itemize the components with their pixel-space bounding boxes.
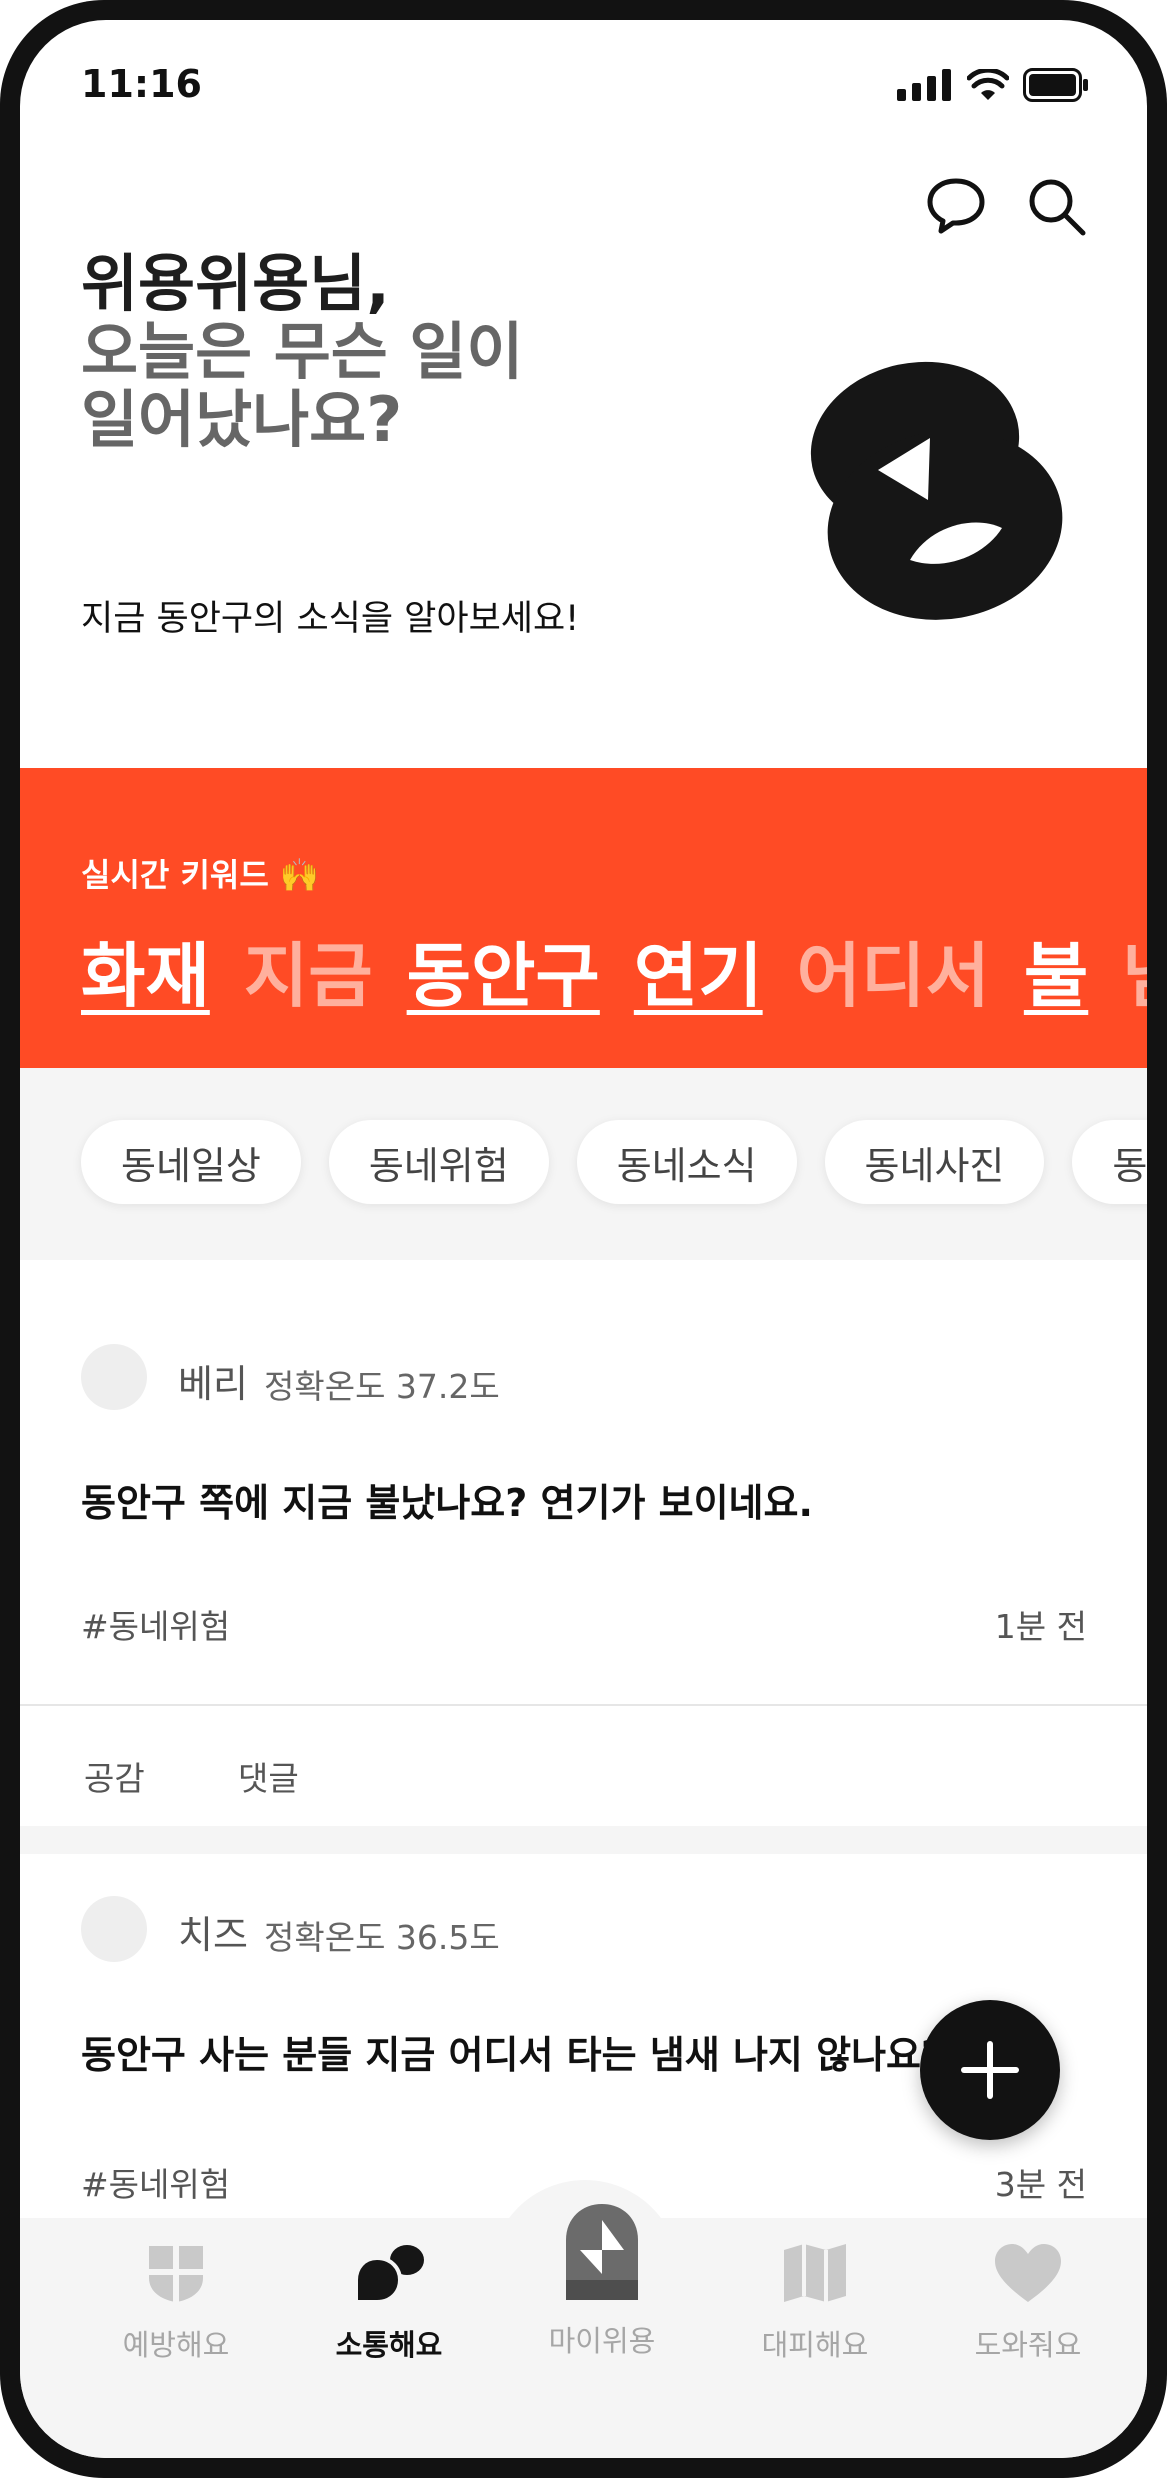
tab-help[interactable]: 도와줘요 — [938, 2242, 1118, 2364]
mascot-icon — [566, 2204, 638, 2300]
keyword-item[interactable]: 연기 — [634, 920, 763, 1021]
trending-keywords: 화재 지금 동안구 연기 어디서 불 냄새 — [81, 920, 1147, 1021]
tab-label: 예방해요 — [122, 2328, 230, 2362]
keyword-item[interactable]: 동안구 — [407, 920, 600, 1021]
post-separator — [20, 1826, 1147, 1854]
post-temperature: 정확온도 37.2도 — [264, 1367, 500, 1406]
search-icon[interactable] — [1025, 175, 1087, 237]
post-tag[interactable]: #동네위험 — [81, 1600, 230, 1648]
phone-frame: 11:16 위용위용님, 오늘은 무슨 일이 일어났나요? 지금 동안구의 소식… — [0, 0, 1167, 2478]
mascot-icon — [810, 361, 1063, 620]
post-author: 베리 — [178, 1362, 248, 1406]
category-chip[interactable]: 동네소식 — [576, 1120, 797, 1204]
question-line2: 일어났나요? — [81, 383, 403, 456]
keyword-item[interactable]: 지금 — [244, 920, 373, 1021]
trending-banner — [20, 768, 1147, 1068]
post-time: 1분 전 — [994, 1607, 1087, 1646]
post-divider — [20, 1704, 1147, 1706]
category-chip[interactable]: 동네위험 — [328, 1120, 549, 1204]
plus-icon — [961, 2041, 1019, 2099]
status-icons — [897, 68, 1089, 102]
new-post-button[interactable] — [920, 2000, 1060, 2140]
avatar — [81, 1896, 147, 1962]
top-actions — [925, 175, 1087, 237]
greeting: 위용위용님, — [81, 247, 390, 320]
heart-icon — [995, 2244, 1061, 2302]
screen: 11:16 위용위용님, 오늘은 무슨 일이 일어났나요? 지금 동안구의 소식… — [20, 20, 1147, 2458]
keyword-item[interactable]: 불 — [1024, 920, 1088, 1021]
chat-icon[interactable] — [925, 175, 987, 237]
tab-communicate[interactable]: 소통해요 — [299, 2242, 479, 2364]
keyword-item[interactable]: 어디서 — [797, 920, 990, 1021]
chat-bubbles-icon — [354, 2245, 424, 2304]
trending-label: 실시간 키워드 🙌 — [81, 856, 320, 894]
avatar — [81, 1344, 147, 1410]
comment-button[interactable]: 댓글 — [238, 1752, 299, 1800]
shield-grid-icon — [149, 2246, 203, 2302]
map-icon — [784, 2244, 846, 2302]
post-time: 3분 전 — [994, 2165, 1087, 2204]
post-tag[interactable]: #동네위험 — [81, 2158, 230, 2206]
category-chip[interactable]: 동네 — [1072, 1120, 1147, 1204]
tab-label: 도와줘요 — [974, 2328, 1082, 2362]
category-chip[interactable]: 동네사진 — [824, 1120, 1045, 1204]
keyword-item[interactable]: 화재 — [81, 920, 210, 1021]
like-button[interactable]: 공감 — [84, 1752, 145, 1800]
tab-prevent[interactable]: 예방해요 — [86, 2242, 266, 2364]
tab-evacuate[interactable]: 대피해요 — [725, 2242, 905, 2364]
post-temperature: 정확온도 36.5도 — [264, 1918, 500, 1957]
category-chips: 동네일상 동네위험 동네소식 동네사진 동네 — [81, 1120, 1147, 1204]
status-time: 11:16 — [81, 62, 202, 106]
post-text: 동안구 사는 분들 지금 어디서 타는 냄새 나지 않나요? — [81, 2033, 944, 2077]
post-text: 동안구 쪽에 지금 불났나요? 연기가 보이네요. — [81, 1481, 813, 1525]
tab-label: 소통해요 — [335, 2328, 443, 2362]
post-card[interactable]: 베리 정확온도 37.2도 동안구 쪽에 지금 불났나요? 연기가 보이네요. … — [20, 1260, 1147, 1826]
headline: 위용위용님, 오늘은 무슨 일이 일어났나요? — [81, 250, 781, 454]
keyword-item[interactable]: 냄새 — [1122, 920, 1147, 1021]
tab-label: 마이위용 — [548, 2324, 656, 2358]
signal-icon — [897, 69, 951, 101]
question-line1: 오늘은 무슨 일이 — [81, 315, 524, 388]
subtitle: 지금 동안구의 소식을 알아보세요! — [81, 599, 580, 639]
category-chip[interactable]: 동네일상 — [81, 1120, 301, 1204]
post-author: 치즈 — [178, 1913, 248, 1957]
tab-my[interactable]: 마이위용 — [512, 2200, 692, 2360]
battery-icon — [1023, 68, 1088, 102]
tab-label: 대피해요 — [761, 2328, 869, 2362]
wifi-icon — [967, 69, 1009, 100]
